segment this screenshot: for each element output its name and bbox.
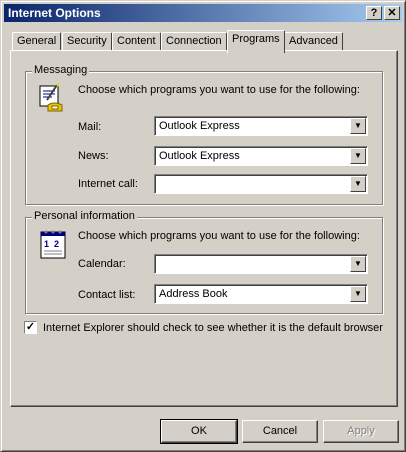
mail-program-value: Outlook Express <box>159 120 240 132</box>
window-title: Internet Options <box>8 6 101 20</box>
tab-panel-programs: Messaging Choose which programs you want… <box>10 50 398 407</box>
svg-text:1: 1 <box>44 239 49 249</box>
ok-button[interactable]: OK <box>160 419 238 444</box>
default-browser-label[interactable]: Internet Explorer should check to see wh… <box>43 322 383 334</box>
messaging-description: Choose which programs you want to use fo… <box>78 84 360 96</box>
cancel-button[interactable]: Cancel <box>242 420 318 443</box>
mail-label: Mail: <box>78 121 102 133</box>
internet-options-dialog: Internet Options ? ✕ General Security Co… <box>0 0 406 452</box>
calendar-icon: 1 2 <box>40 230 66 259</box>
chevron-down-icon[interactable]: ▼ <box>350 176 366 192</box>
tab-advanced[interactable]: Advanced <box>284 32 343 51</box>
contact-list-program-select[interactable]: Address Book ▼ <box>154 284 368 304</box>
contact-list-program-value: Address Book <box>159 288 228 300</box>
tab-connection[interactable]: Connection <box>161 32 227 51</box>
title-bar: Internet Options ? ✕ <box>4 4 402 22</box>
personal-information-group: Personal information 1 2 Choose which pr… <box>25 210 383 314</box>
svg-text:2: 2 <box>54 239 59 249</box>
contact-list-label: Contact list: <box>78 289 136 301</box>
close-button[interactable]: ✕ <box>384 6 400 20</box>
news-program-value: Outlook Express <box>159 150 240 162</box>
calendar-label: Calendar: <box>78 258 126 270</box>
calendar-program-select[interactable]: ▼ <box>154 254 368 274</box>
tab-security[interactable]: Security <box>62 32 112 51</box>
mail-pen-phone-icon <box>39 83 63 112</box>
tab-programs[interactable]: Programs <box>227 30 285 53</box>
chevron-down-icon[interactable]: ▼ <box>350 148 366 164</box>
help-button[interactable]: ? <box>366 6 382 20</box>
apply-button[interactable]: Apply <box>323 420 399 443</box>
chevron-down-icon[interactable]: ▼ <box>350 286 366 302</box>
mail-program-select[interactable]: Outlook Express ▼ <box>154 116 368 136</box>
personal-information-group-title: Personal information <box>32 210 137 222</box>
chevron-down-icon[interactable]: ▼ <box>350 256 366 272</box>
internet-call-label: Internet call: <box>78 178 138 190</box>
news-label: News: <box>78 150 109 162</box>
tab-content[interactable]: Content <box>112 32 161 51</box>
chevron-down-icon[interactable]: ▼ <box>350 118 366 134</box>
personal-description: Choose which programs you want to use fo… <box>78 230 360 242</box>
news-program-select[interactable]: Outlook Express ▼ <box>154 146 368 166</box>
messaging-group-title: Messaging <box>32 64 90 76</box>
internet-call-program-select[interactable]: ▼ <box>154 174 368 194</box>
messaging-group: Messaging Choose which programs you want… <box>25 64 383 205</box>
tab-general[interactable]: General <box>12 32 62 51</box>
